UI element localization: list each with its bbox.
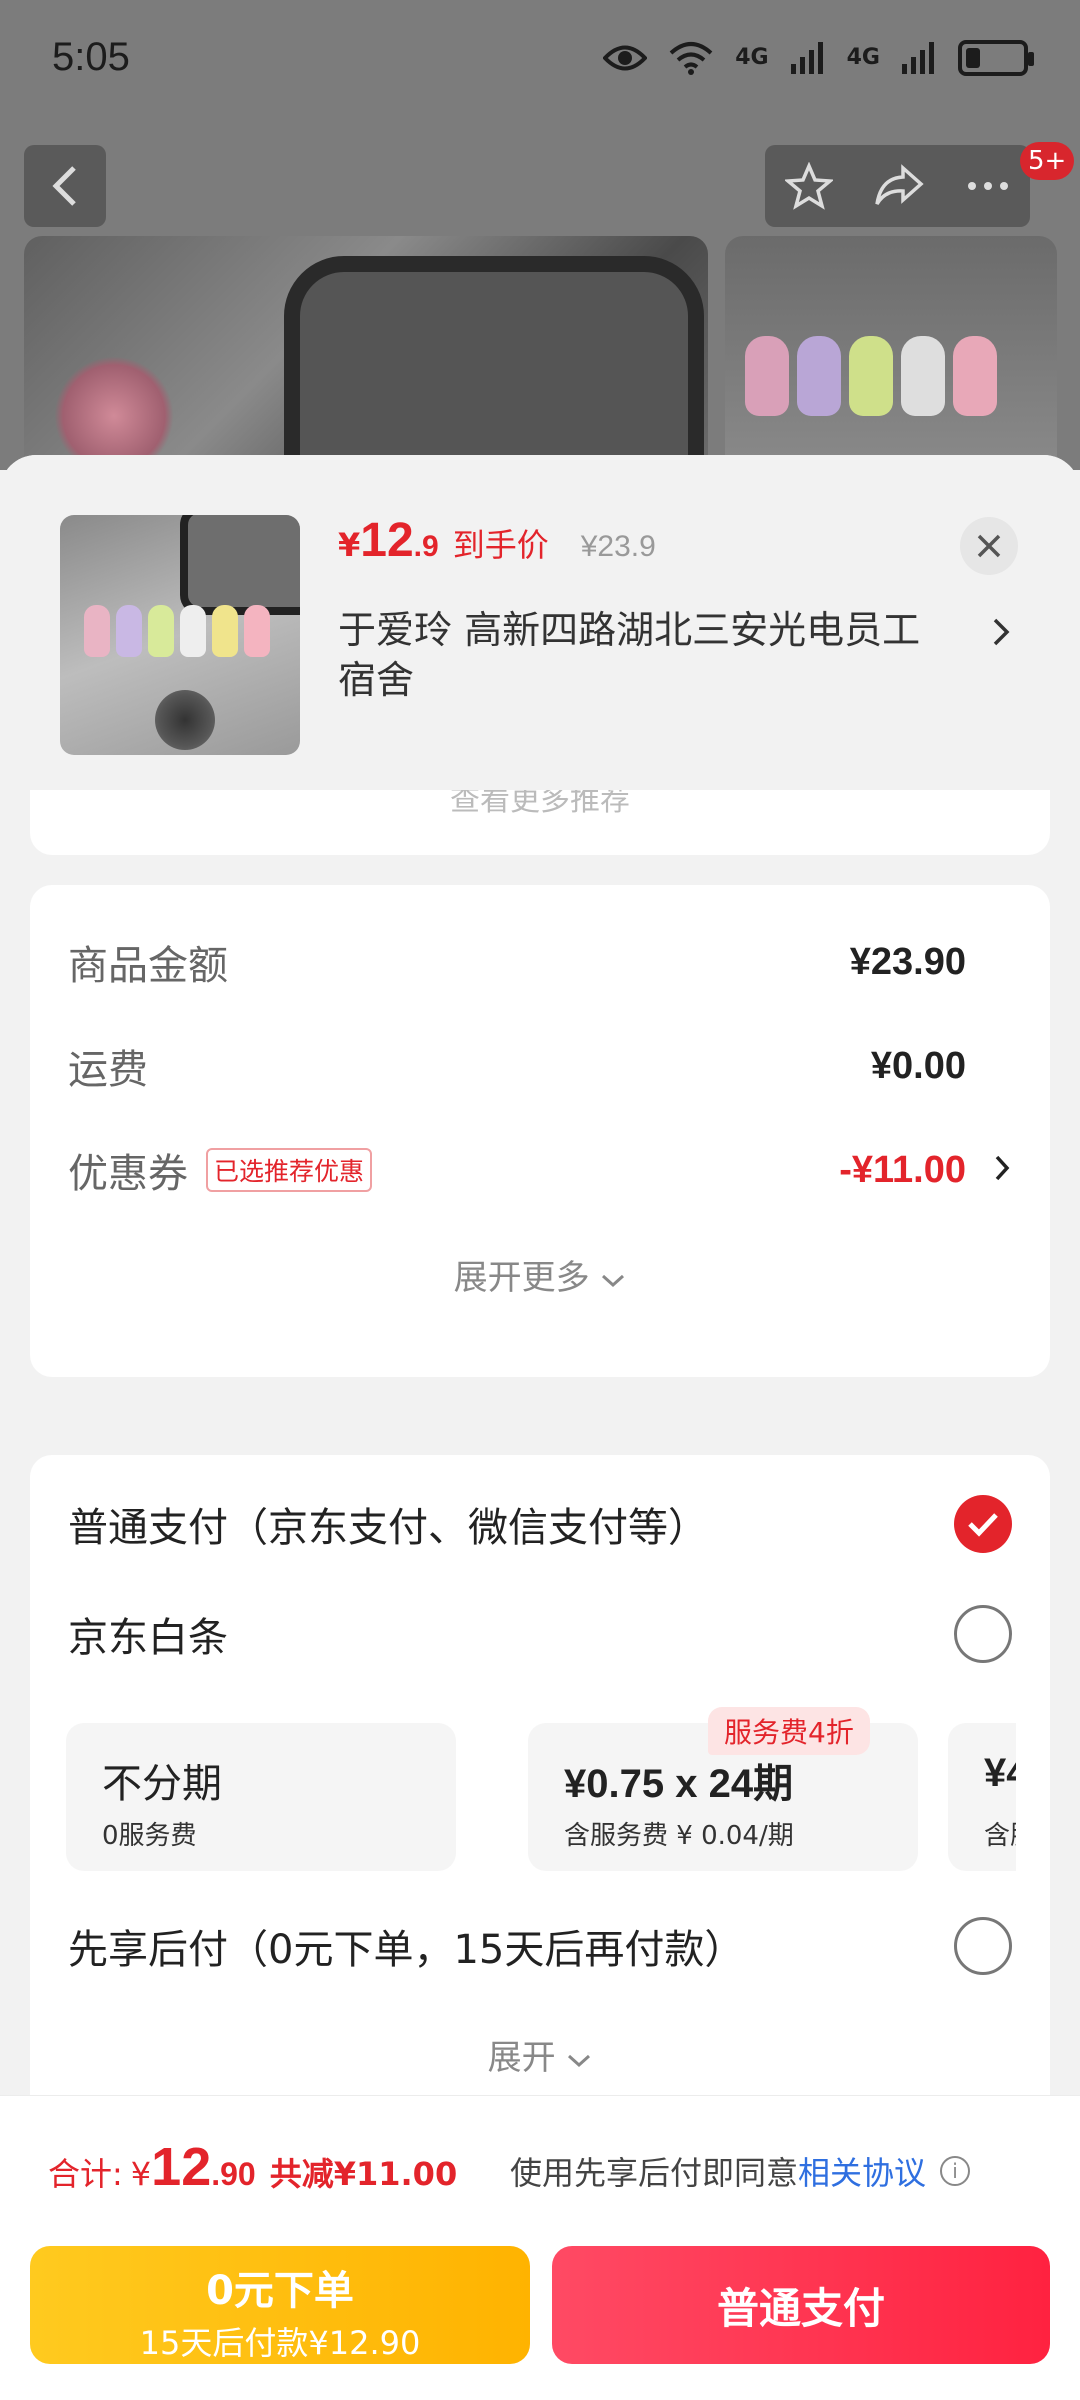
sheet-header: ¥12.9 到手价 ¥23.9 于爱玲 高新四路湖北三安光电员工宿舍: [0, 455, 1080, 790]
final-price: ¥12.9: [338, 514, 439, 567]
final-price-label: 到手价: [452, 526, 549, 564]
close-icon: [977, 534, 1001, 558]
total-label: 合计:: [48, 2155, 123, 2193]
total-dec: .90: [211, 2156, 256, 2192]
expand-label: 展开: [487, 2038, 556, 2078]
back-button[interactable]: [24, 145, 106, 227]
signal-bars-icon-2: [902, 41, 934, 74]
payment-option-bnpl-label: 先享后付（0元下单，15天后再付款）: [68, 1927, 745, 1973]
payment-option-bnpl[interactable]: 先享后付（0元下单，15天后再付款）: [68, 1917, 1012, 1975]
signal-icon: 4G: [735, 45, 769, 70]
payment-card: 普通支付（京东支付、微信支付等） 京东白条 服务费4折 不分期 0服务费 ¥0.…: [30, 1455, 1050, 2125]
bnpl-button-title: 0元下单: [206, 2268, 354, 2314]
close-button[interactable]: [960, 517, 1018, 575]
payment-option-normal[interactable]: 普通支付（京东支付、微信支付等）: [68, 1495, 1012, 1553]
shipping-label: 运费: [68, 1047, 148, 1093]
radio-baitiao[interactable]: [954, 1605, 1012, 1663]
total-discount: 共减¥11.00: [269, 2155, 458, 2193]
agreement-link[interactable]: 相关协议: [798, 2148, 926, 2194]
eye-icon: [603, 45, 648, 70]
status-icons: 4G 4G: [603, 39, 1034, 76]
plan-title: 不分期: [102, 1761, 222, 1807]
wifi-icon: [669, 41, 713, 75]
plan-title: ¥0.75 x 24期: [564, 1762, 794, 1806]
coupon-value: -¥11.00: [839, 1148, 966, 1191]
chevron-left-icon: [52, 166, 76, 206]
signal-bars-icon: [790, 41, 823, 74]
top-actions: [765, 145, 1030, 227]
original-price: ¥23.9: [580, 530, 656, 563]
chevron-right-icon[interactable]: [994, 1147, 1010, 1191]
plan-sub: 0服务费: [102, 1821, 197, 1851]
check-icon: [968, 1513, 998, 1537]
shipping-row: 运费 ¥0.00: [68, 1037, 966, 1095]
status-time: 5:05: [52, 35, 130, 79]
installment-plan-none[interactable]: 不分期 0服务费: [66, 1723, 456, 1871]
chevron-down-icon: [602, 1274, 625, 1288]
more-icon[interactable]: [966, 180, 1010, 192]
product-thumbnail: [60, 515, 300, 755]
price-line: ¥12.9 到手价 ¥23.9: [338, 513, 656, 568]
payment-option-baitiao[interactable]: 京东白条: [68, 1605, 1012, 1663]
chevron-down-icon: [568, 2054, 591, 2068]
status-bar: 5:05 4G 4G: [0, 0, 1080, 115]
goods-amount-value: ¥23.90: [849, 940, 966, 983]
signal-icon-2: 4G: [846, 45, 880, 70]
share-icon[interactable]: [873, 164, 925, 208]
goods-amount-row: 商品金额 ¥23.90: [68, 933, 966, 991]
star-icon[interactable]: [785, 162, 834, 210]
total-line: 合计: ¥ 12 .90 共减¥11.00: [48, 2136, 457, 2198]
expand-more-label: 展开更多: [453, 1258, 590, 1298]
coupon-tag: 已选推荐优惠: [206, 1148, 373, 1192]
normal-pay-button[interactable]: 普通支付: [552, 2246, 1050, 2364]
chevron-right-icon[interactable]: [992, 611, 1010, 657]
product-photo-main: [24, 236, 708, 470]
installment-plans: 不分期 0服务费 ¥0.75 x 24期 含服务费 ¥ 0.04/期 ¥4. 含…: [66, 1723, 1016, 1873]
checkout-bottom-bar: 合计: ¥ 12 .90 共减¥11.00 使用先享后付即同意 相关协议 i 0…: [0, 2095, 1080, 2400]
product-photo-side: [725, 236, 1057, 470]
expand-link[interactable]: 展开: [30, 2030, 1050, 2079]
expand-more-link[interactable]: 展开更多: [30, 1250, 1050, 1299]
total-int: 12: [151, 2137, 212, 2197]
shipping-value: ¥0.00: [870, 1044, 966, 1087]
plan-sub: 含服: [984, 1821, 1016, 1851]
coupon-label: 优惠券: [68, 1151, 188, 1197]
battery-icon: [958, 39, 1034, 76]
installment-plan-partial[interactable]: ¥4. 含服: [948, 1723, 1016, 1871]
agreement-note: 使用先享后付即同意 相关协议 i: [510, 2148, 971, 2194]
info-icon[interactable]: i: [940, 2156, 971, 2186]
payment-option-baitiao-label: 京东白条: [68, 1615, 228, 1661]
amount-card: 商品金额 ¥23.90 运费 ¥0.00 优惠券 已选推荐优惠 -¥11.00 …: [30, 885, 1050, 1377]
plan-title: ¥4.: [984, 1751, 1016, 1795]
agreement-text: 使用先享后付即同意: [510, 2154, 799, 2192]
coupon-row[interactable]: 优惠券 已选推荐优惠 -¥11.00: [68, 1141, 966, 1199]
message-badge: 5+: [1020, 142, 1075, 180]
radio-bnpl[interactable]: [954, 1917, 1012, 1975]
payment-option-normal-label: 普通支付（京东支付、微信支付等）: [68, 1505, 708, 1551]
delivery-address[interactable]: 于爱玲 高新四路湖北三安光电员工宿舍: [338, 605, 958, 705]
total-currency: ¥: [130, 2155, 152, 2193]
goods-amount-label: 商品金额: [68, 943, 228, 989]
plan-sub: 含服务费 ¥ 0.04/期: [564, 1821, 794, 1851]
bnpl-button-sub: 15天后付款¥12.90: [139, 2324, 421, 2362]
product-page-background: 5:05 4G 4G 5+: [0, 0, 1080, 470]
bnpl-order-button[interactable]: 0元下单 15天后付款¥12.90: [30, 2246, 530, 2364]
service-fee-badge: 服务费4折: [708, 1707, 870, 1755]
radio-normal-checked[interactable]: [954, 1495, 1012, 1553]
